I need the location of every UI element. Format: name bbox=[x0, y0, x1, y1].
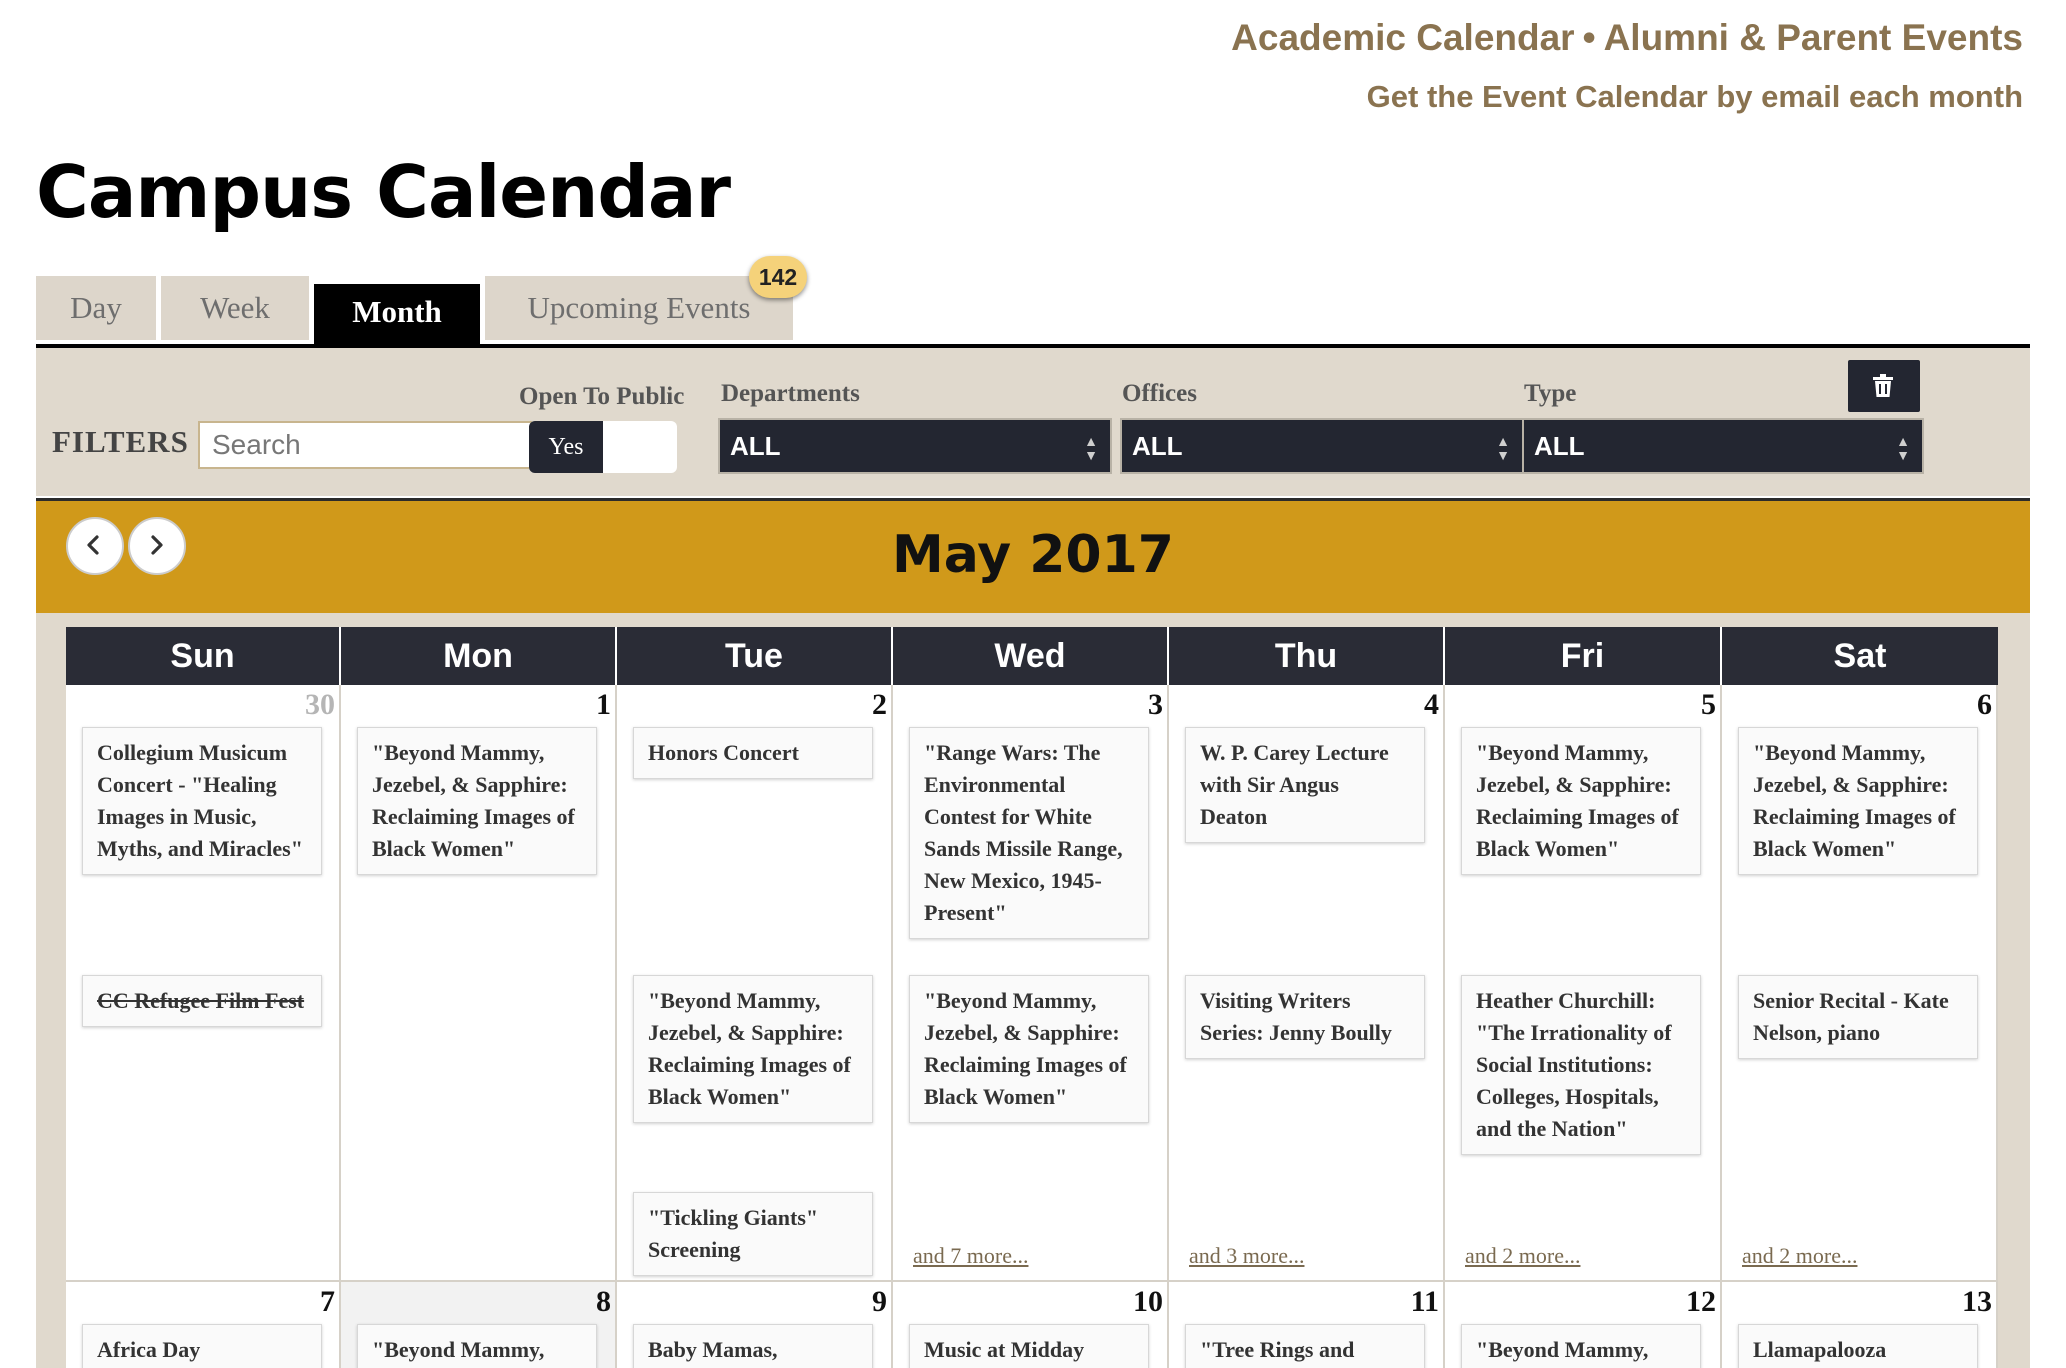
more-events-link[interactable]: and 7 more... bbox=[913, 1243, 1028, 1269]
day-cell[interactable]: 1 "Beyond Mammy, Jezebel, & Sapphire: Rec… bbox=[341, 685, 617, 1282]
day-number: 2 bbox=[872, 688, 887, 721]
more-events-link[interactable]: and 2 more... bbox=[1742, 1243, 1857, 1269]
day-number: 13 bbox=[1962, 1285, 1992, 1318]
open-to-public-value: Yes bbox=[529, 421, 603, 473]
day-number: 11 bbox=[1410, 1285, 1439, 1318]
event-item[interactable]: "Beyond Mammy, bbox=[1461, 1324, 1701, 1368]
event-item[interactable]: "Beyond Mammy, Jezebel, & Sapphire: Recl… bbox=[1461, 727, 1701, 875]
event-item[interactable]: "Tree Rings and bbox=[1185, 1324, 1425, 1368]
event-item[interactable]: "Range Wars: The Environmental Contest f… bbox=[909, 727, 1149, 939]
weekday-header: Wed bbox=[893, 627, 1167, 685]
link-separator: • bbox=[1582, 17, 1596, 58]
trash-icon bbox=[1873, 374, 1893, 397]
day-cell[interactable]: 9 Baby Mamas, bbox=[617, 1282, 893, 1368]
email-calendar-link[interactable]: Get the Event Calendar by email each mon… bbox=[1367, 79, 2023, 114]
day-number: 4 bbox=[1424, 688, 1439, 721]
day-number: 6 bbox=[1977, 688, 1992, 721]
month-title: May 2017 bbox=[892, 525, 1174, 585]
filters-label: FILTERS bbox=[52, 424, 189, 459]
tab-day[interactable]: Day bbox=[36, 276, 156, 340]
event-item[interactable]: "Beyond Mammy, Jezebel, & Sapphire: Recl… bbox=[909, 975, 1149, 1123]
weekday-header: Sat bbox=[1722, 627, 1998, 685]
page-title: Campus Calendar bbox=[36, 150, 731, 234]
tab-week[interactable]: Week bbox=[161, 276, 309, 340]
event-item[interactable]: "Beyond Mammy, Jezebel, & Sapphire: Recl… bbox=[357, 727, 597, 875]
day-number: 7 bbox=[320, 1285, 335, 1318]
event-item[interactable]: Visiting Writers Series: Jenny Boully bbox=[1185, 975, 1425, 1059]
open-to-public-label: Open To Public bbox=[519, 383, 685, 410]
day-number: 30 bbox=[305, 688, 335, 721]
event-item[interactable]: Africa Day bbox=[82, 1324, 322, 1368]
select-arrows-icon: ▲ ▼ bbox=[1496, 433, 1510, 463]
tab-upcoming-events[interactable]: Upcoming Events 142 bbox=[485, 256, 807, 340]
event-item[interactable]: Senior Recital - Kate Nelson, piano bbox=[1738, 975, 1978, 1059]
day-number: 5 bbox=[1701, 688, 1716, 721]
event-item[interactable]: "Beyond Mammy, Jezebel, & Sapphire: Recl… bbox=[633, 975, 873, 1123]
event-item[interactable]: Honors Concert bbox=[633, 727, 873, 779]
open-to-public-toggle[interactable]: Yes bbox=[529, 421, 677, 473]
day-cell[interactable]: 6 "Beyond Mammy, Jezebel, & Sapphire: Rec… bbox=[1722, 685, 1998, 1282]
event-item[interactable]: "Tickling Giants" Screening bbox=[633, 1192, 873, 1276]
weekday-header: Thu bbox=[1169, 627, 1443, 685]
type-value: ALL bbox=[1534, 431, 1585, 461]
search-placeholder: Search bbox=[212, 429, 301, 460]
offices-select[interactable]: ALL ▲ ▼ bbox=[1120, 418, 1524, 474]
academic-calendar-link[interactable]: Academic Calendar bbox=[1231, 17, 1574, 58]
day-cell[interactable]: 3 "Range Wars: The Environmental Contest … bbox=[893, 685, 1169, 1282]
day-cell[interactable]: 7 Africa Day bbox=[66, 1282, 341, 1368]
day-cell[interactable]: 4 W. P. Carey Lecture with Sir Angus Deat… bbox=[1169, 685, 1445, 1282]
clear-filters-button[interactable] bbox=[1848, 360, 1920, 412]
month-grid: Sun Mon Tue Wed Thu Fri Sat 30 Collegium Musicum… bbox=[66, 627, 1998, 1368]
more-events-link[interactable]: and 2 more... bbox=[1465, 1243, 1580, 1269]
day-number: 9 bbox=[872, 1285, 887, 1318]
header-links: Academic Calendar • Alumni & Parent Events… bbox=[1231, 14, 2023, 118]
day-cell[interactable]: 12 "Beyond Mammy, bbox=[1445, 1282, 1722, 1368]
type-label: Type bbox=[1524, 380, 1577, 407]
filters-panel: FILTERS Search Open To Public Yes Depart… bbox=[36, 348, 2030, 496]
event-item[interactable]: "Beyond Mammy, bbox=[357, 1324, 597, 1368]
departments-value: ALL bbox=[730, 431, 781, 461]
tab-upcoming-events-label: Upcoming Events bbox=[527, 290, 751, 325]
day-cell[interactable]: 2 Honors Concert "Beyond Mammy, Jezebel, &… bbox=[617, 685, 893, 1282]
select-arrows-icon: ▲ ▼ bbox=[1084, 433, 1098, 463]
day-cell[interactable]: 11 "Tree Rings and bbox=[1169, 1282, 1445, 1368]
event-item[interactable]: Music at Midday bbox=[909, 1324, 1149, 1368]
day-number: 3 bbox=[1148, 688, 1163, 721]
tab-month[interactable]: Month bbox=[314, 284, 480, 348]
search-input[interactable]: Search bbox=[198, 421, 532, 469]
weekday-header: Tue bbox=[617, 627, 891, 685]
month-header: May 2017 bbox=[36, 498, 2030, 616]
view-tabs: Day Week Month Upcoming Events 142 bbox=[36, 256, 807, 348]
alumni-parent-events-link[interactable]: Alumni & Parent Events bbox=[1604, 17, 2023, 58]
day-cell[interactable]: 10 Music at Midday bbox=[893, 1282, 1169, 1368]
day-number: 10 bbox=[1133, 1285, 1163, 1318]
offices-label: Offices bbox=[1122, 380, 1197, 407]
day-cell[interactable]: 30 Collegium Musicum Concert - "Healing I… bbox=[66, 685, 341, 1282]
select-arrows-icon: ▲ ▼ bbox=[1896, 433, 1910, 463]
event-item[interactable]: Heather Churchill: "The Irrationality of… bbox=[1461, 975, 1701, 1155]
event-item[interactable]: CC Refugee Film Fest bbox=[82, 975, 322, 1027]
weekday-header: Sun bbox=[66, 627, 339, 685]
departments-label: Departments bbox=[721, 380, 860, 407]
upcoming-count-badge: 142 bbox=[749, 256, 807, 298]
event-item[interactable]: Llamapalooza bbox=[1738, 1324, 1978, 1368]
event-item[interactable]: Baby Mamas, bbox=[633, 1324, 873, 1368]
day-cell[interactable]: 5 "Beyond Mammy, Jezebel, & Sapphire: Rec… bbox=[1445, 685, 1722, 1282]
departments-select[interactable]: ALL ▲ ▼ bbox=[718, 418, 1112, 474]
offices-value: ALL bbox=[1132, 431, 1183, 461]
weekday-header: Fri bbox=[1445, 627, 1720, 685]
type-select[interactable]: ALL ▲ ▼ bbox=[1522, 418, 1924, 474]
event-item[interactable]: Collegium Musicum Concert - "Healing Ima… bbox=[82, 727, 322, 875]
weekday-header: Mon bbox=[341, 627, 615, 685]
day-number: 8 bbox=[596, 1285, 611, 1318]
event-item[interactable]: W. P. Carey Lecture with Sir Angus Deato… bbox=[1185, 727, 1425, 843]
day-number: 1 bbox=[596, 688, 611, 721]
event-item[interactable]: "Beyond Mammy, Jezebel, & Sapphire: Recl… bbox=[1738, 727, 1978, 875]
more-events-link[interactable]: and 3 more... bbox=[1189, 1243, 1304, 1269]
day-cell[interactable]: 8 "Beyond Mammy, bbox=[341, 1282, 617, 1368]
week-divider bbox=[66, 1280, 1998, 1282]
day-cell[interactable]: 13 Llamapalooza bbox=[1722, 1282, 1998, 1368]
day-number: 12 bbox=[1686, 1285, 1716, 1318]
